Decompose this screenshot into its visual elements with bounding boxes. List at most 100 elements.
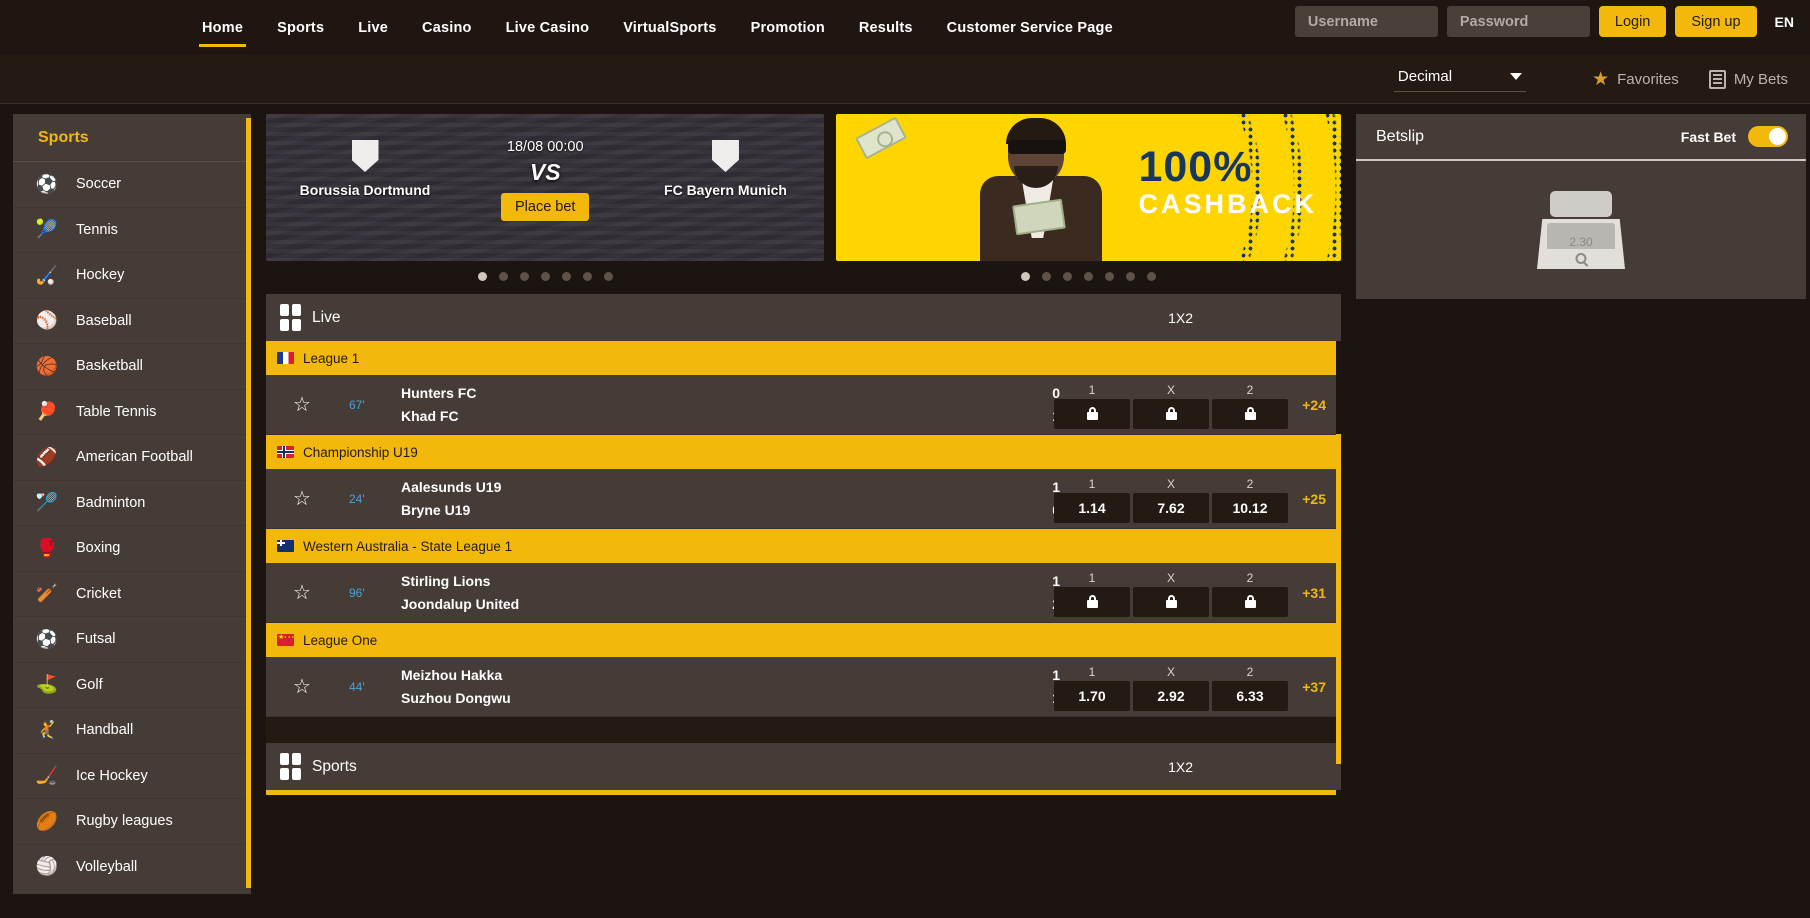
home-team-name: Aalesunds U19 xyxy=(401,478,502,495)
promo-dot-7[interactable] xyxy=(1147,272,1157,281)
odds-key: X xyxy=(1166,476,1175,491)
odds-button-2[interactable]: 2 6.33 xyxy=(1212,663,1288,711)
odds-key: X xyxy=(1166,664,1175,679)
match-row[interactable]: ☆ 96' Stirling Lions Joondalup United 1 21 X 2 +… xyxy=(266,563,1336,623)
odds-group: 1 1.14 X 7.62 2 10.12 xyxy=(1054,475,1288,523)
sidebar-item-table-tennis[interactable]: 🏓 Table Tennis xyxy=(13,390,251,435)
sidebar-item-label: Rugby leagues xyxy=(76,813,173,830)
nav-item-sports[interactable]: Sports xyxy=(260,0,341,55)
match-dot-3[interactable] xyxy=(519,272,529,281)
odds-button-x[interactable]: X xyxy=(1133,381,1209,429)
sidebar-item-label: Soccer xyxy=(76,176,122,193)
odds-button-1[interactable]: 1 xyxy=(1054,569,1130,617)
match-dot-6[interactable] xyxy=(582,272,592,281)
match-row[interactable]: ☆24'Aalesunds U19Bryne U191011.14X7.6221… xyxy=(266,469,1336,529)
sidebar-item-boxing[interactable]: 🥊 Boxing xyxy=(13,526,251,572)
nav-item-home[interactable]: Home xyxy=(185,0,260,55)
promo-dot-5[interactable] xyxy=(1105,272,1115,281)
more-markets-count[interactable]: +25 xyxy=(1302,491,1326,507)
match-row[interactable]: ☆44'Meizhou HakkaSuzhou Dongwu1111.70X2.… xyxy=(266,657,1336,717)
baseball-icon: ⚾ xyxy=(35,310,59,331)
league-header[interactable]: League 1 xyxy=(266,341,1336,375)
odds-format-dropdown[interactable]: Decimal xyxy=(1393,66,1527,92)
fast-bet-toggle[interactable] xyxy=(1748,126,1788,147)
odds-button-1[interactable]: 1 1.70 xyxy=(1054,663,1130,711)
empty-odds-sample: 2.30 xyxy=(1569,235,1593,249)
username-input[interactable] xyxy=(1294,6,1438,37)
login-button[interactable]: Login xyxy=(1598,6,1667,37)
signup-button[interactable]: Sign up xyxy=(1675,6,1757,37)
nav-item-casino[interactable]: Casino xyxy=(405,0,489,55)
my-bets-button[interactable]: My Bets xyxy=(1708,69,1788,89)
away-team-name: Joondalup United xyxy=(401,595,520,612)
sidebar-item-american-football[interactable]: 🏈 American Football xyxy=(13,435,251,481)
more-markets-count[interactable]: +31 xyxy=(1302,585,1326,601)
favorite-star-icon[interactable]: ☆ xyxy=(293,395,313,415)
sidebar-item-rugby-leagues[interactable]: 🏉 Rugby leagues xyxy=(13,799,251,845)
sidebar-item-soccer[interactable]: ⚽ Soccer xyxy=(13,162,251,208)
odds-button-x[interactable]: X xyxy=(1133,569,1209,617)
promo-dot-3[interactable] xyxy=(1063,272,1073,281)
sidebar-item-baseball[interactable]: ⚾ Baseball xyxy=(13,299,251,344)
league-header[interactable]: Championship U19 xyxy=(266,435,1336,469)
sidebar-item-ice-hockey[interactable]: 🏒 Ice Hockey xyxy=(13,754,251,799)
cashback-promo-banner[interactable]: 100% CASHBACK xyxy=(836,114,1341,261)
promo-dot-1[interactable] xyxy=(1021,272,1031,281)
sidebar-item-golf[interactable]: ⛳ Golf xyxy=(13,663,251,708)
nav-item-customer-service-page[interactable]: Customer Service Page xyxy=(930,0,1130,55)
sidebar-item-cricket[interactable]: 🏏 Cricket xyxy=(13,572,251,617)
place-bet-button[interactable]: Place bet xyxy=(501,193,590,221)
match-dot-4[interactable] xyxy=(540,272,550,281)
sidebar-item-handball[interactable]: 🤾 Handball xyxy=(13,708,251,754)
sidebar-item-basketball[interactable]: 🏀 Basketball xyxy=(13,344,251,390)
nav-item-results[interactable]: Results xyxy=(842,0,930,55)
market-column-header: 1X2 xyxy=(1168,309,1193,326)
odds-value xyxy=(1054,398,1130,429)
lock-icon xyxy=(1165,595,1177,608)
match-dot-2[interactable] xyxy=(498,272,508,281)
sidebar-item-badminton[interactable]: 🏸 Badminton xyxy=(13,481,251,526)
sidebar-item-volleyball[interactable]: 🏐 Volleyball xyxy=(13,845,251,890)
featured-match-banner[interactable]: Borussia Dortmund 18/08 00:00 VS Place b… xyxy=(266,114,825,261)
match-row[interactable]: ☆67'Hunters FCKhad FC011X2+24 xyxy=(266,375,1336,435)
league-header[interactable]: League One xyxy=(266,623,1336,657)
match-dot-7[interactable] xyxy=(603,272,613,281)
odds-button-x[interactable]: X 7.62 xyxy=(1133,475,1209,523)
favorite-star-icon[interactable]: ☆ xyxy=(293,489,313,509)
nav-item-promotion[interactable]: Promotion xyxy=(734,0,842,55)
sidebar-item-label: Basketball xyxy=(76,358,143,375)
odds-button-1[interactable]: 1 xyxy=(1054,381,1130,429)
nav-item-virtualsports[interactable]: VirtualSports xyxy=(606,0,733,55)
odds-button-1[interactable]: 1 1.14 xyxy=(1054,475,1130,523)
odds-button-2[interactable]: 2 xyxy=(1212,569,1288,617)
odds-button-2[interactable]: 2 xyxy=(1212,381,1288,429)
sidebar-item-futsal[interactable]: ⚽ Futsal xyxy=(13,617,251,663)
odds-button-2[interactable]: 2 10.12 xyxy=(1212,475,1288,523)
sidebar-item-tennis[interactable]: 🎾 Tennis xyxy=(13,208,251,253)
chevron-down-icon xyxy=(1510,73,1523,80)
content-scrollbar[interactable] xyxy=(1336,434,1341,764)
golf-club-icon: ⛳ xyxy=(35,674,59,695)
promo-dot-4[interactable] xyxy=(1084,272,1094,281)
more-markets-count[interactable]: +24 xyxy=(1302,397,1326,413)
password-input[interactable] xyxy=(1446,6,1590,37)
language-selector[interactable]: EN xyxy=(1775,14,1794,30)
favorite-star-icon[interactable]: ☆ xyxy=(293,677,313,697)
sidebar-scrollbar[interactable] xyxy=(246,118,251,888)
odds-key: 1 xyxy=(1088,570,1096,585)
nav-item-live-casino[interactable]: Live Casino xyxy=(489,0,607,55)
sidebar-header: Sports xyxy=(13,114,251,162)
promo-dot-6[interactable] xyxy=(1126,272,1136,281)
more-markets-count[interactable]: +37 xyxy=(1302,679,1326,695)
match-dot-1[interactable] xyxy=(477,272,487,281)
odds-button-x[interactable]: X 2.92 xyxy=(1133,663,1209,711)
league-header[interactable]: Western Australia - State League 1 xyxy=(266,529,1336,563)
favorites-button[interactable]: ★ Favorites xyxy=(1592,70,1679,89)
match-dot-5[interactable] xyxy=(561,272,571,281)
country-flag-icon xyxy=(277,446,294,458)
promo-dot-2[interactable] xyxy=(1042,272,1052,281)
nav-item-live[interactable]: Live xyxy=(341,0,405,55)
sidebar-item-hockey[interactable]: 🏑 Hockey xyxy=(13,253,251,299)
away-team-name: Suzhou Dongwu xyxy=(401,689,511,706)
favorite-star-icon[interactable]: ☆ xyxy=(293,583,313,603)
